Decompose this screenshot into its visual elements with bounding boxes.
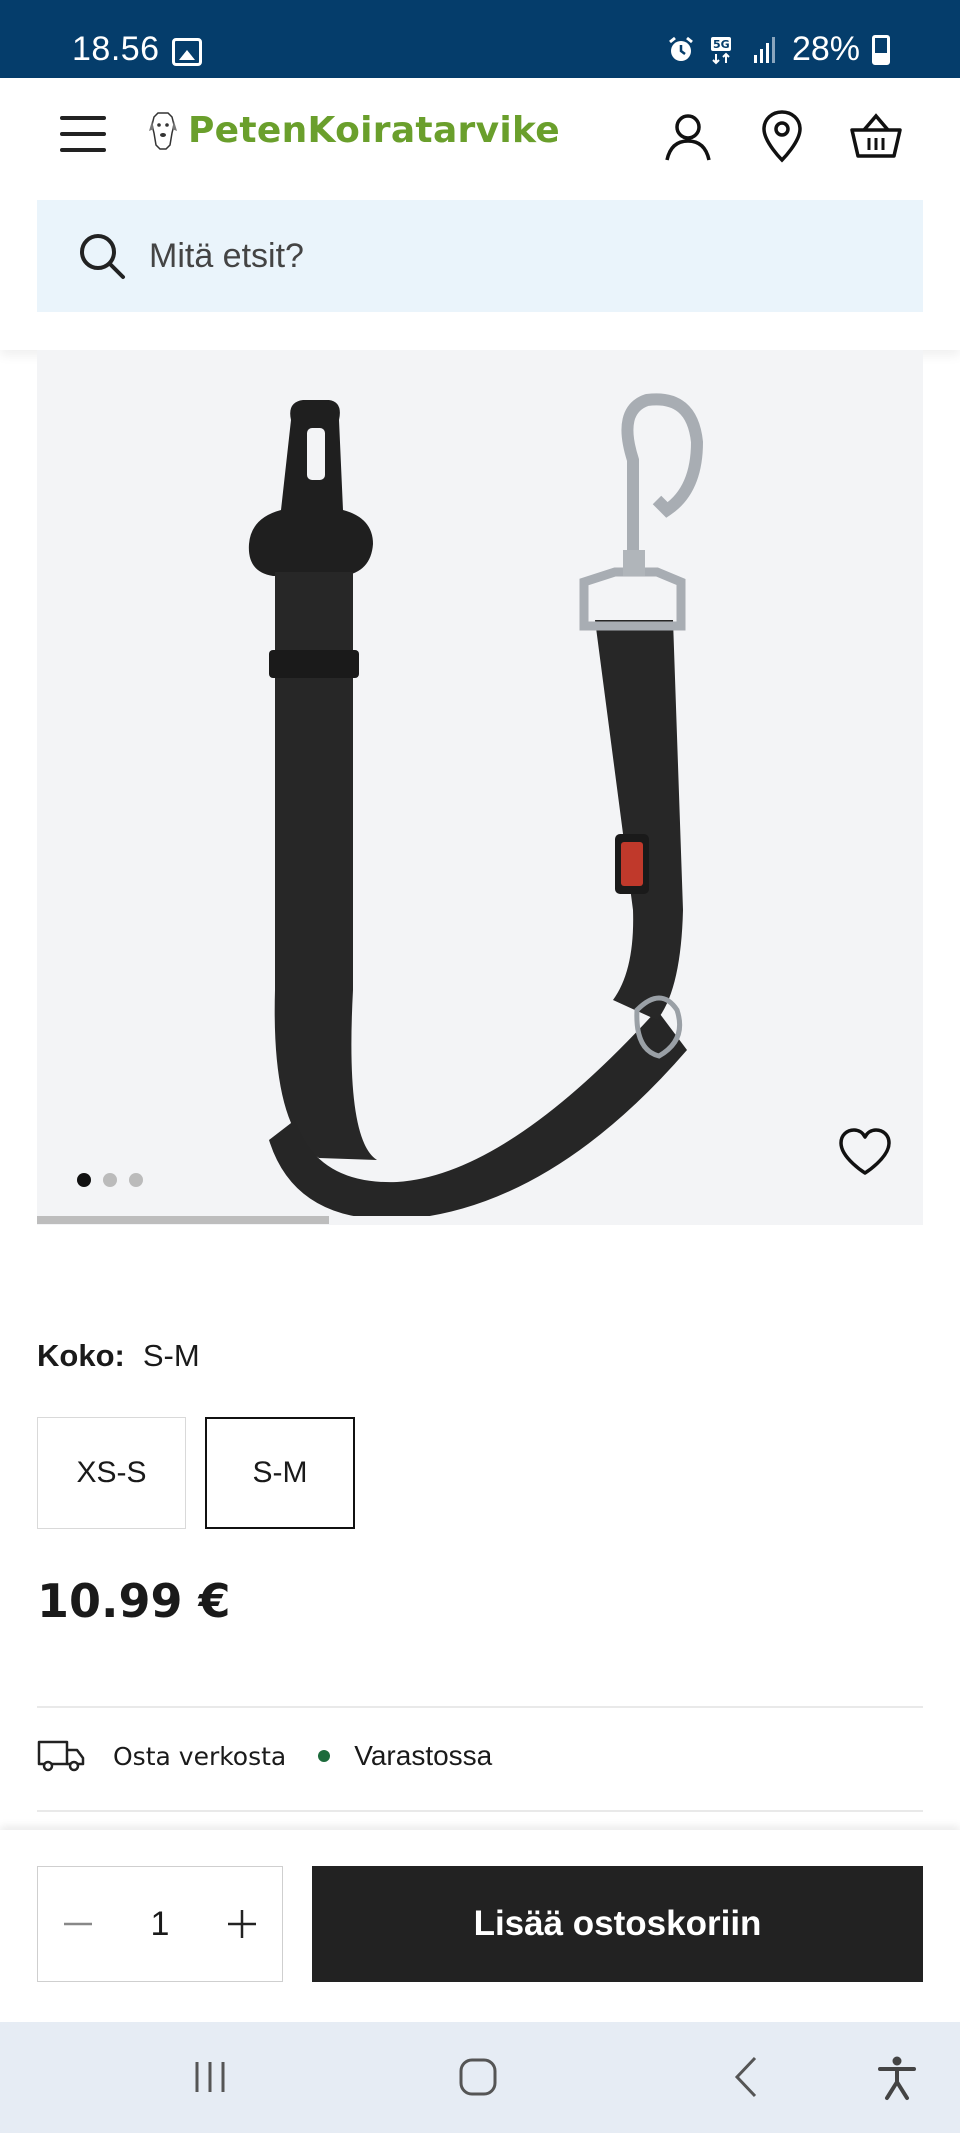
status-icons: 5G 28% — [666, 30, 890, 69]
gallery-dot[interactable] — [129, 1173, 143, 1187]
menu-icon[interactable] — [60, 116, 106, 152]
status-time: 18.56 — [72, 30, 160, 68]
plus-icon — [227, 1910, 256, 1938]
heart-icon[interactable] — [837, 1127, 893, 1177]
signal-icon — [753, 36, 775, 63]
stock-status: Varastossa — [354, 1740, 493, 1771]
size-option-xs-s[interactable]: XS-S — [37, 1417, 186, 1529]
site-logo[interactable]: PetenKoiratarvike — [148, 110, 560, 151]
gallery-scrollbar[interactable] — [37, 1216, 923, 1224]
size-option-s-m[interactable]: S-M — [205, 1417, 355, 1529]
increase-quantity-button[interactable] — [222, 1904, 262, 1944]
accessibility-icon[interactable] — [872, 2052, 922, 2102]
svg-text:5G: 5G — [713, 38, 730, 51]
location-pin-icon[interactable] — [754, 108, 810, 164]
logo-text: PetenKoiratarvike — [188, 110, 560, 151]
product-image-gallery[interactable] — [37, 350, 923, 1225]
search-input[interactable]: Mitä etsit? — [37, 200, 923, 312]
basket-icon[interactable] — [848, 108, 904, 164]
product-image — [248, 393, 704, 1220]
truck-icon — [37, 1740, 85, 1772]
stock-availability: Osta verkosta Varastossa — [37, 1738, 492, 1774]
dog-logo-icon — [149, 111, 177, 150]
add-to-cart-button[interactable]: Lisää ostoskoriin — [312, 1866, 923, 1982]
minus-icon — [64, 1922, 92, 1926]
search-icon — [80, 234, 125, 279]
gallery-scrollbar-thumb[interactable] — [37, 1216, 330, 1224]
site-header: PetenKoiratarvike Mitä etsit? — [0, 78, 960, 350]
decrease-quantity-button[interactable] — [58, 1904, 98, 1944]
size-label-key: Koko: — [37, 1338, 125, 1373]
back-icon[interactable] — [723, 2052, 773, 2102]
system-nav-bar — [0, 2022, 960, 2133]
size-label: Koko: S-M — [37, 1338, 200, 1374]
5g-icon: 5G — [710, 36, 731, 64]
gallery-dot[interactable] — [103, 1173, 117, 1187]
gallery-icon — [172, 38, 202, 66]
quantity-stepper[interactable]: 1 — [37, 1866, 283, 1982]
battery-icon — [872, 34, 890, 65]
user-icon[interactable] — [660, 108, 716, 164]
gallery-dot[interactable] — [77, 1173, 91, 1187]
battery-percent: 28% — [791, 30, 860, 68]
recent-apps-icon[interactable] — [185, 2052, 235, 2102]
alarm-icon — [669, 36, 693, 61]
search-placeholder: Mitä etsit? — [149, 236, 304, 275]
stock-channel: Osta verkosta — [113, 1741, 287, 1771]
size-selected-value: S-M — [142, 1338, 200, 1373]
quantity-value[interactable]: 1 — [151, 1905, 170, 1944]
status-bar: 18.56 5G 28% — [0, 0, 960, 78]
gallery-dots[interactable] — [77, 1173, 143, 1187]
stock-status-dot — [318, 1750, 331, 1762]
add-to-cart-bar: 1 Lisää ostoskoriin — [0, 1830, 960, 2022]
divider — [37, 1706, 923, 1708]
home-icon[interactable] — [453, 2052, 503, 2102]
divider — [37, 1810, 923, 1812]
product-price: 10.99 € — [37, 1574, 231, 1628]
